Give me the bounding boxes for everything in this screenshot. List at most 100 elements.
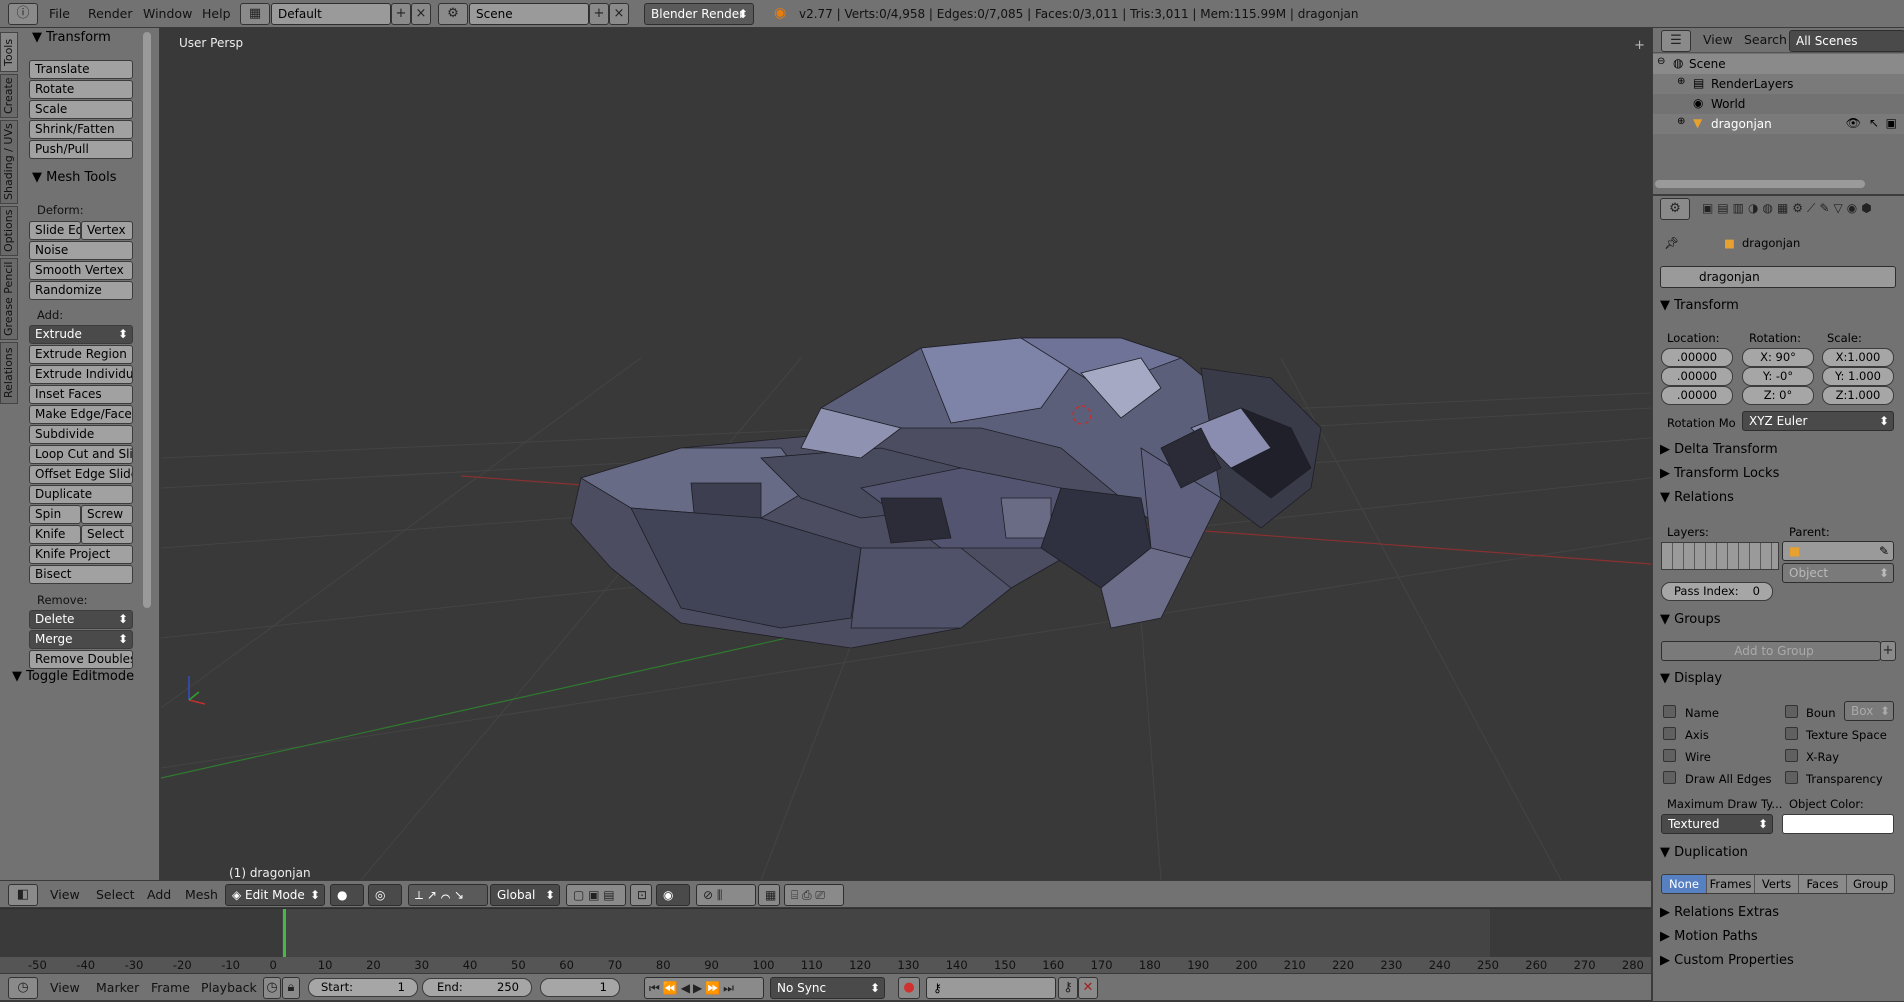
eye-icon[interactable]: 👁︎	[1846, 116, 1861, 130]
location-x-field[interactable]: .00000	[1661, 348, 1733, 367]
pivot-point-dropdown[interactable]: ◎	[368, 884, 402, 906]
vertex-slide-button[interactable]: Vertex	[81, 221, 133, 240]
scene-icon[interactable]: ⚙	[438, 3, 468, 25]
current-frame-field[interactable]: 1	[540, 978, 620, 997]
viewport-3d[interactable]: User Persp (1) dragonjan +	[161, 28, 1651, 880]
slide-edge-button[interactable]: Slide Ed	[29, 221, 81, 240]
display-section-header[interactable]: ▼ Display	[1660, 668, 1900, 690]
timeline-menu-view[interactable]: View	[50, 974, 80, 1002]
scale-button[interactable]: Scale	[29, 100, 133, 119]
outliner-row-dragonjan[interactable]: ⊕ ▼ dragonjan 👁︎ ↖ ▣	[1653, 114, 1904, 134]
add-scene-icon[interactable]: +	[589, 3, 609, 25]
cursor-icon[interactable]: ↖	[1869, 116, 1879, 130]
editor-type-icon[interactable]: ◧	[8, 884, 38, 906]
custom-properties-section-header[interactable]: ▶ Custom Properties	[1660, 950, 1900, 972]
parent-type-dropdown[interactable]: Object ⬍	[1782, 563, 1894, 583]
tab-relations[interactable]: Relations	[0, 342, 18, 404]
bisect-button[interactable]: Bisect	[29, 565, 133, 584]
delete-dropdown[interactable]: Delete ⬍	[29, 610, 133, 629]
xray-checkbox[interactable]	[1785, 749, 1798, 762]
layout-icon[interactable]: ▦	[240, 3, 270, 25]
translate-button[interactable]: Translate	[29, 60, 133, 79]
menu-help[interactable]: Help	[202, 0, 231, 28]
remove-scene-icon[interactable]: ×	[609, 3, 629, 25]
noise-button[interactable]: Noise	[29, 241, 133, 260]
motion-paths-section-header[interactable]: ▶ Motion Paths	[1660, 926, 1900, 948]
bounds-checkbox[interactable]	[1785, 705, 1798, 718]
shrink-fatten-button[interactable]: Shrink/Fatten	[29, 120, 133, 139]
knife-project-button[interactable]: Knife Project	[29, 545, 133, 564]
dup-verts-button[interactable]: Verts	[1754, 875, 1798, 893]
duplicate-button[interactable]: Duplicate	[29, 485, 133, 504]
playback-controls[interactable]: ⏮⏪◀▶⏩⏭	[644, 977, 764, 999]
timeline-menu-playback[interactable]: Playback	[201, 974, 257, 1002]
lock-time-icon[interactable]: 🔒︎	[282, 977, 300, 999]
timeline-area[interactable]	[0, 908, 1651, 973]
tab-shading-uvs[interactable]: Shading / UVs	[0, 120, 18, 204]
transform-panel-header[interactable]: ▼ Transform	[32, 28, 111, 48]
location-z-field[interactable]: .00000	[1661, 386, 1733, 405]
object-color-swatch[interactable]	[1782, 814, 1894, 834]
render-preview-buttons[interactable]: ⌸ ⎙ ⎚	[784, 884, 844, 906]
screw-button[interactable]: Screw	[81, 505, 133, 524]
subdivide-button[interactable]: Subdivide	[29, 425, 133, 444]
knife-select-button[interactable]: Select	[81, 525, 133, 544]
keying-set-field[interactable]: ⚷	[926, 977, 1056, 999]
groups-section-header[interactable]: ▼ Groups	[1660, 609, 1900, 631]
outliner-display-filter[interactable]: All Scenes	[1789, 30, 1904, 52]
menu-select[interactable]: Select	[96, 881, 135, 909]
outliner-menu-view[interactable]: View	[1703, 26, 1733, 54]
inset-faces-button[interactable]: Inset Faces	[29, 385, 133, 404]
name-checkbox[interactable]	[1663, 705, 1676, 718]
outliner-scrollbar[interactable]	[1655, 180, 1865, 188]
rotation-mode-dropdown[interactable]: XYZ Euler ⬍	[1742, 411, 1894, 431]
tool-shelf-scrollbar[interactable]	[143, 32, 151, 608]
transform-locks-section-header[interactable]: ▶ Transform Locks	[1660, 463, 1900, 485]
randomize-button[interactable]: Randomize	[29, 281, 133, 300]
record-icon[interactable]: ●	[898, 977, 920, 999]
outliner-editor-type-icon[interactable]: ☰	[1661, 30, 1691, 52]
remove-layout-icon[interactable]: ×	[411, 3, 431, 25]
select-mode-buttons[interactable]: ▢ ▣ ▤	[566, 884, 626, 906]
tab-grease-pencil[interactable]: Grease Pencil	[0, 258, 18, 340]
add-to-group-button[interactable]: Add to Group	[1661, 641, 1881, 661]
menu-add[interactable]: Add	[147, 881, 171, 909]
loop-cut-slide-button[interactable]: Loop Cut and Slide	[29, 445, 133, 464]
mode-dropdown[interactable]: ◈ Edit Mode ⬍	[225, 884, 325, 906]
outliner-menu-search[interactable]: Search	[1744, 26, 1787, 54]
max-draw-type-dropdown[interactable]: Textured ⬍	[1661, 814, 1773, 834]
parent-field[interactable]: ■ ✎	[1782, 541, 1894, 561]
offset-edge-slide-button[interactable]: Offset Edge Slide	[29, 465, 133, 484]
merge-dropdown[interactable]: Merge ⬍	[29, 630, 133, 649]
tab-tools[interactable]: Tools	[0, 32, 18, 72]
timeline-editor-type-icon[interactable]: ◷	[8, 977, 38, 999]
location-y-field[interactable]: .00000	[1661, 367, 1733, 386]
tab-create[interactable]: Create	[0, 74, 18, 118]
scale-z-field[interactable]: Z:1.000	[1822, 386, 1894, 405]
layers-grid[interactable]	[1661, 542, 1779, 570]
keyframe-delete-icon[interactable]: ✕	[1078, 977, 1098, 999]
rotation-z-field[interactable]: Z: 0°	[1742, 386, 1814, 405]
timeline-playhead[interactable]	[283, 909, 286, 959]
scale-y-field[interactable]: Y: 1.000	[1822, 367, 1894, 386]
spin-button[interactable]: Spin	[29, 505, 81, 524]
eyedropper-icon[interactable]: ✎	[1879, 542, 1889, 560]
menu-window[interactable]: Window	[143, 0, 192, 28]
pass-index-field[interactable]: Pass Index: 0	[1661, 582, 1773, 601]
menu-view[interactable]: View	[50, 881, 80, 909]
render-engine-dropdown[interactable]: Blender Render ⬍	[644, 3, 754, 25]
transform-section-header[interactable]: ▼ Transform	[1660, 295, 1900, 317]
relations-section-header[interactable]: ▼ Relations	[1660, 487, 1900, 509]
duplication-section-header[interactable]: ▼ Duplication	[1660, 842, 1900, 864]
occlude-geometry-toggle[interactable]: ⊡	[630, 884, 652, 906]
manipulator-toggle[interactable]: ⟂ ↗ ⌒ ↘	[408, 884, 488, 906]
menu-file[interactable]: File	[49, 0, 70, 28]
keyframe-insert-icon[interactable]: ⚷	[1058, 977, 1078, 999]
outliner-row-scene[interactable]: ⊖ ◍ Scene	[1653, 54, 1904, 74]
outliner-row-renderlayers[interactable]: ⊕ ▤ RenderLayers	[1653, 74, 1904, 94]
axis-checkbox[interactable]	[1663, 727, 1676, 740]
knife-button[interactable]: Knife	[29, 525, 81, 544]
transparency-checkbox[interactable]	[1785, 771, 1798, 784]
extrude-dropdown[interactable]: Extrude ⬍	[29, 325, 133, 344]
snap-toggle[interactable]: ⊘ ⫼	[696, 884, 756, 906]
